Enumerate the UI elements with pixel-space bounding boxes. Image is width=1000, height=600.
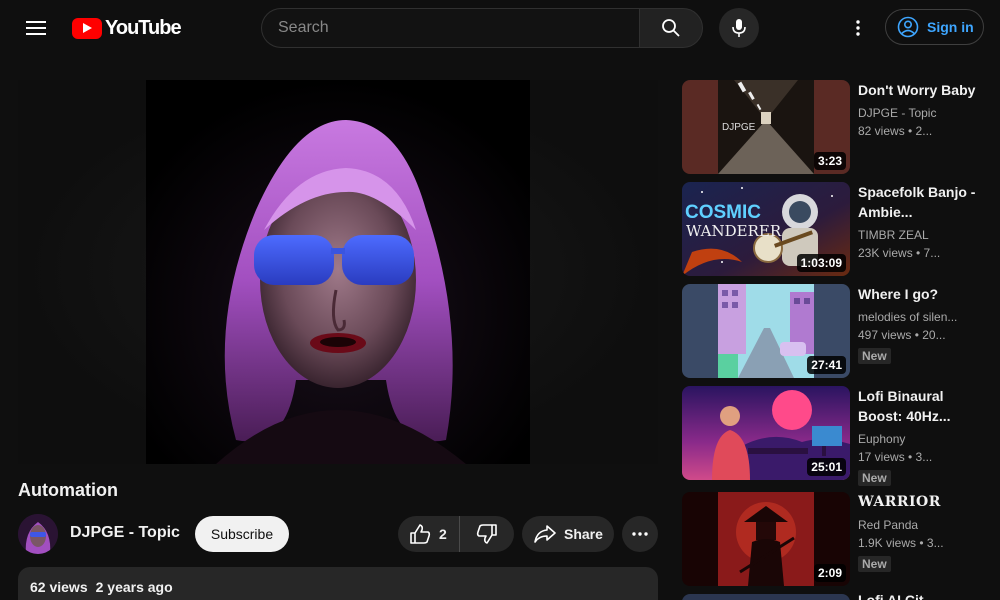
recommendation-channel[interactable]: Euphony <box>858 430 978 448</box>
youtube-logo-icon <box>72 17 102 39</box>
like-dislike-group: 2 <box>398 516 514 552</box>
video-duration: 3:23 <box>813 152 846 170</box>
new-badge: New <box>858 470 891 486</box>
top-header: YouTube Sign in <box>0 0 1000 56</box>
more-horiz-icon <box>632 532 648 536</box>
recommendation-thumbnail-partial[interactable] <box>682 594 850 600</box>
recommendation-title[interactable]: Don't Worry Baby <box>858 80 978 100</box>
voice-search-button[interactable] <box>719 8 759 48</box>
subscribe-button[interactable]: Subscribe <box>195 516 289 552</box>
new-badge: New <box>858 348 891 364</box>
dislike-button[interactable] <box>460 516 514 552</box>
thumb-djpge-text: DJPGE <box>722 122 756 133</box>
like-button[interactable]: 2 <box>398 516 460 552</box>
video-frame <box>146 80 530 464</box>
recommendation-thumbnail[interactable]: 25:01 <box>682 386 850 480</box>
recommendation-meta: 497 views • 20... <box>858 328 946 342</box>
recommendation-title[interactable]: Where I go? <box>858 284 978 304</box>
share-icon <box>534 525 556 543</box>
thumb-down-icon <box>476 524 497 544</box>
description-box[interactable]: 62 views 2 years ago <box>18 567 658 600</box>
recommendation-title[interactable]: WARRIOR <box>858 492 978 512</box>
recommendation-meta: 23K views • 7... <box>858 246 941 260</box>
new-badge: New <box>858 556 891 572</box>
channel-name[interactable]: DJPGE - Topic <box>70 524 180 542</box>
menu-button[interactable] <box>18 10 54 46</box>
recommendation-meta: 1.9K views • 3... <box>858 536 944 550</box>
view-count: 62 views <box>30 579 88 595</box>
recommendation-channel[interactable]: melodies of silen... <box>858 308 978 326</box>
recommendation-info: Lofi Binaural Boost: 40Hz... Euphony 17 … <box>858 386 978 487</box>
recommendation-meta: 82 views • 2... <box>858 124 933 138</box>
video-player[interactable] <box>18 80 658 464</box>
sign-in-button[interactable]: Sign in <box>885 9 984 45</box>
more-vert-icon <box>856 20 860 36</box>
video-duration: 25:01 <box>807 458 846 476</box>
recommendation-item[interactable]: 2:09 WARRIOR Red Panda 1.9K views • 3...… <box>682 492 982 586</box>
recommendation-channel[interactable]: TIMBR ZEAL <box>858 226 978 244</box>
video-duration: 1:03:09 <box>796 254 846 272</box>
upload-age: 2 years ago <box>95 579 173 595</box>
recommendation-thumbnail[interactable]: 27:41 <box>682 284 850 378</box>
recommendation-title-partial[interactable]: Lofi AI Cit... <box>858 592 935 600</box>
settings-more-button[interactable] <box>840 10 876 46</box>
video-duration: 27:41 <box>807 356 846 374</box>
share-button[interactable]: Share <box>522 516 614 552</box>
recommendation-info: Don't Worry Baby DJPGE - Topic 82 views … <box>858 80 978 140</box>
recommendation-meta: 17 views • 3... <box>858 450 933 464</box>
recommendation-title[interactable]: Spacefolk Banjo - Ambie... <box>858 182 978 222</box>
recommendation-info: Spacefolk Banjo - Ambie... TIMBR ZEAL 23… <box>858 182 978 262</box>
sign-in-label: Sign in <box>927 19 974 35</box>
recommendation-channel[interactable]: DJPGE - Topic <box>858 104 978 122</box>
recommendation-thumbnail[interactable]: 2:09 <box>682 492 850 586</box>
recommendation-thumbnail[interactable]: DJPGE 3:23 <box>682 80 850 174</box>
video-title: Automation <box>18 480 118 500</box>
youtube-logo[interactable]: YouTube <box>72 16 182 40</box>
video-still-image <box>146 80 530 464</box>
recommendation-item[interactable]: COSMIC WANDERER 1:03:09 Spacefolk Banjo … <box>682 182 982 276</box>
thumb-wanderer-text: WANDERER <box>686 222 782 240</box>
search-icon <box>662 19 680 37</box>
recommendation-thumbnail[interactable]: COSMIC WANDERER 1:03:09 <box>682 182 850 276</box>
share-label: Share <box>564 526 603 542</box>
recommendation-channel[interactable]: Red Panda <box>858 516 978 534</box>
recommendation-title[interactable]: Lofi Binaural Boost: 40Hz... <box>858 386 978 426</box>
thumb-up-icon <box>410 524 431 544</box>
like-count: 2 <box>439 526 447 542</box>
recommendation-item[interactable]: 27:41 Where I go? melodies of silen... 4… <box>682 284 982 378</box>
logo-text: YouTube <box>105 16 182 39</box>
recommendation-item[interactable]: DJPGE 3:23 Don't Worry Baby DJPGE - Topi… <box>682 80 982 174</box>
channel-avatar[interactable] <box>18 514 58 554</box>
recommendation-info: WARRIOR Red Panda 1.9K views • 3... New <box>858 492 978 573</box>
more-actions-button[interactable] <box>622 516 658 552</box>
account-icon <box>897 16 919 38</box>
recommendation-item[interactable]: 25:01 Lofi Binaural Boost: 40Hz... Eupho… <box>682 386 982 486</box>
search-button[interactable] <box>639 8 703 48</box>
thumb-cosmic-text: COSMIC <box>685 202 761 223</box>
menu-icon <box>26 21 46 35</box>
video-duration: 2:09 <box>813 564 846 582</box>
search-input[interactable] <box>261 8 639 48</box>
recommendation-info: Where I go? melodies of silen... 497 vie… <box>858 284 978 365</box>
mic-icon <box>732 19 746 37</box>
search-bar <box>261 8 703 48</box>
